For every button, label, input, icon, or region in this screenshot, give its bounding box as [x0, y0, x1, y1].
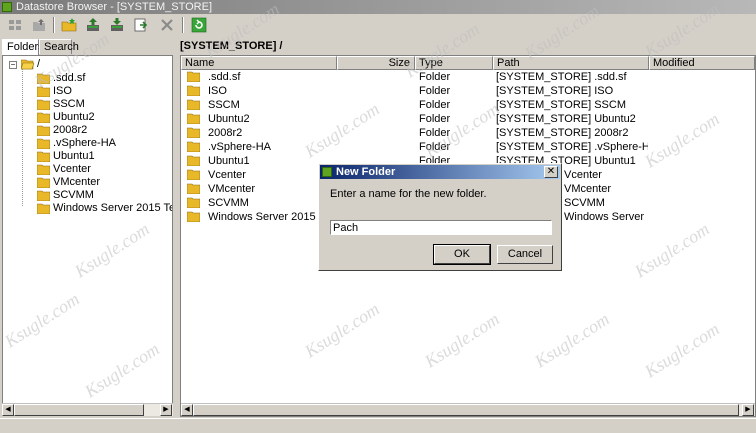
- tree-item[interactable]: Ubuntu1: [3, 150, 172, 163]
- tree-horizontal-scrollbar[interactable]: ◀ ▶: [2, 403, 173, 416]
- window-title: Datastore Browser - [SYSTEM_STORE]: [16, 1, 213, 13]
- column-header-path[interactable]: Path: [493, 56, 649, 70]
- tree-item[interactable]: ISO: [3, 85, 172, 98]
- window-titlebar[interactable]: Datastore Browser - [SYSTEM_STORE]: [0, 0, 756, 14]
- folder-icon: [37, 164, 50, 175]
- tab-search[interactable]: Search: [39, 39, 79, 54]
- tree-item[interactable]: Vcenter: [3, 163, 172, 176]
- new-folder-dialog: New Folder ✕ Enter a name for the new fo…: [318, 163, 562, 271]
- tab-folders[interactable]: Folders: [2, 39, 44, 55]
- folder-icon: [37, 177, 50, 188]
- folder-icon: [37, 112, 50, 123]
- column-header-modified[interactable]: Modified: [649, 56, 755, 70]
- dialog-title: New Folder: [336, 166, 396, 178]
- status-bar: [0, 418, 756, 433]
- dialog-app-icon: [322, 167, 332, 177]
- close-icon[interactable]: ✕: [544, 166, 558, 178]
- table-row[interactable]: SSCM Folder [SYSTEM_STORE] SSCM: [181, 98, 755, 112]
- dialog-prompt: Enter a name for the new folder.: [330, 188, 487, 200]
- folder-icon: [37, 73, 50, 84]
- move-icon[interactable]: [132, 16, 150, 34]
- folder-name-input[interactable]: [330, 220, 552, 235]
- folder-icon: [37, 138, 50, 149]
- tree-item[interactable]: .sdd.sf: [3, 72, 172, 85]
- table-row[interactable]: ISO Folder [SYSTEM_STORE] ISO: [181, 84, 755, 98]
- tree-item[interactable]: 2008r2: [3, 124, 172, 137]
- scroll-thumb[interactable]: [14, 404, 144, 416]
- folder-icon: [37, 203, 50, 214]
- upload-icon[interactable]: [84, 16, 102, 34]
- delete-x-icon[interactable]: [158, 16, 176, 34]
- folder-icon: [187, 211, 200, 222]
- folder-icon: [187, 113, 200, 124]
- folder-icon: [37, 99, 50, 110]
- cancel-button[interactable]: Cancel: [497, 245, 553, 264]
- table-row[interactable]: Ubuntu2 Folder [SYSTEM_STORE] Ubuntu2: [181, 112, 755, 126]
- folder-icon: [187, 169, 200, 180]
- column-header-size[interactable]: Size: [337, 56, 415, 70]
- folder-icon: [37, 86, 50, 97]
- app-icon: [2, 2, 12, 12]
- tree-item[interactable]: VMcenter: [3, 176, 172, 189]
- folder-icon: [37, 190, 50, 201]
- scroll-right-icon[interactable]: ▶: [742, 404, 754, 416]
- new-folder-icon[interactable]: [60, 16, 78, 34]
- folder-icon: [187, 197, 200, 208]
- table-row[interactable]: 2008r2 Folder [SYSTEM_STORE] 2008r2: [181, 126, 755, 140]
- dialog-titlebar[interactable]: New Folder ✕: [320, 165, 560, 179]
- scroll-left-icon[interactable]: ◀: [181, 404, 193, 416]
- tree-root-label: /: [37, 58, 41, 70]
- grid-icon[interactable]: [6, 16, 24, 34]
- column-header-name[interactable]: Name: [181, 56, 337, 70]
- folder-icon: [187, 71, 200, 82]
- open-folder-icon: [21, 59, 34, 70]
- scroll-left-icon[interactable]: ◀: [2, 404, 14, 416]
- folder-icon: [187, 141, 200, 152]
- current-path-label: [SYSTEM_STORE] /: [180, 40, 283, 52]
- tree-item[interactable]: SCVMM: [3, 189, 172, 202]
- table-row[interactable]: .sdd.sf Folder [SYSTEM_STORE] .sdd.sf: [181, 70, 755, 84]
- scroll-right-icon[interactable]: ▶: [160, 404, 172, 416]
- folder-icon: [187, 183, 200, 194]
- file-list-horizontal-scrollbar[interactable]: ◀ ▶: [181, 403, 755, 416]
- ok-button[interactable]: OK: [433, 244, 491, 265]
- collapse-icon[interactable]: −: [9, 61, 17, 69]
- folder-icon: [187, 127, 200, 138]
- tree-item[interactable]: Ubuntu2: [3, 111, 172, 124]
- folder-icon: [187, 85, 200, 96]
- download-icon[interactable]: [108, 16, 126, 34]
- folder-up-icon[interactable]: [30, 16, 48, 34]
- folder-icon: [37, 125, 50, 136]
- table-row[interactable]: .vSphere-HA Folder [SYSTEM_STORE] .vSphe…: [181, 140, 755, 154]
- tree-root[interactable]: − /: [3, 58, 172, 71]
- folder-icon: [187, 155, 200, 166]
- toolbar: [0, 14, 756, 36]
- column-header-type[interactable]: Type: [415, 56, 493, 70]
- scroll-thumb[interactable]: [193, 404, 739, 416]
- tree-item[interactable]: .vSphere-HA: [3, 137, 172, 150]
- tree-item[interactable]: Windows Server 2015 Tech Preview: [3, 202, 172, 215]
- folder-icon: [187, 99, 200, 110]
- refresh-icon[interactable]: [190, 16, 208, 34]
- tree-item[interactable]: SSCM: [3, 98, 172, 111]
- folder-icon: [37, 151, 50, 162]
- folder-tree-panel[interactable]: − / .sdd.sf ISO SSCM Ubuntu2 2008r2 .vSp…: [2, 55, 173, 416]
